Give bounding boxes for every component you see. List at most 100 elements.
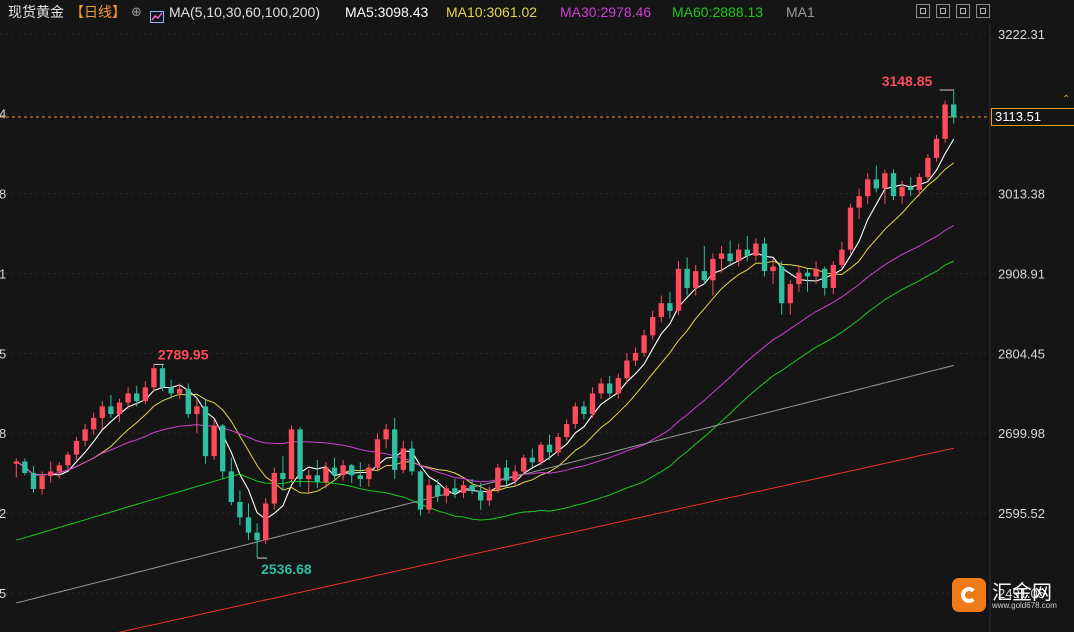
- candle: [228, 457, 234, 506]
- layout-icon[interactable]: [936, 4, 950, 18]
- candle-body: [521, 457, 527, 472]
- add-indicator-icon[interactable]: ⊕: [131, 0, 142, 24]
- candles: [13, 89, 957, 558]
- ma1-value: MA1: [786, 4, 815, 20]
- price-alert-icon[interactable]: ⌃: [1062, 94, 1070, 105]
- candle: [727, 240, 733, 265]
- candle: [297, 427, 303, 487]
- candle-body: [598, 383, 604, 394]
- candle-body: [830, 264, 836, 288]
- candle-body: [753, 243, 759, 256]
- candle-body: [39, 476, 45, 490]
- candle: [736, 243, 742, 267]
- candle: [194, 398, 200, 434]
- period-selector[interactable]: 【日线】: [70, 0, 126, 24]
- candle: [125, 387, 131, 409]
- candle: [99, 401, 105, 430]
- candle-body: [297, 429, 303, 480]
- candle-body: [925, 157, 931, 178]
- candle: [787, 280, 793, 315]
- candle: [503, 459, 510, 486]
- candle: [839, 242, 845, 269]
- candle: [865, 173, 871, 204]
- candle-body: [951, 104, 957, 118]
- candlestick-chart[interactable]: 3222.313117.843013.382908.912804.452699.…: [0, 0, 1074, 632]
- candle-body: [581, 406, 587, 415]
- candle-body: [383, 429, 389, 440]
- candle-body: [650, 316, 656, 336]
- candle-body: [349, 465, 355, 476]
- left-axis-fragment: 5: [0, 586, 6, 601]
- candle-body: [839, 249, 845, 265]
- candle-body: [693, 271, 699, 288]
- indicator-chart-icon[interactable]: [150, 6, 164, 23]
- candle-body: [314, 475, 320, 483]
- y-tick-label: 3013.38: [998, 187, 1045, 202]
- ma-params-label[interactable]: MA(5,10,30,60,100,200): [169, 0, 320, 24]
- candle-body: [503, 467, 510, 481]
- candle-body: [202, 406, 209, 457]
- candle-body: [400, 448, 406, 470]
- candle: [56, 462, 62, 479]
- candle: [254, 523, 260, 558]
- candle-body: [607, 383, 613, 394]
- y-tick-label: 3222.31: [998, 27, 1045, 42]
- candle-body: [624, 360, 630, 379]
- candle: [202, 398, 209, 464]
- candle-body: [435, 485, 441, 496]
- candle-body: [357, 475, 363, 480]
- candle-body: [220, 425, 226, 472]
- candle-body: [615, 378, 621, 394]
- candle: [873, 165, 879, 193]
- candle-body: [323, 467, 329, 483]
- candle-body: [882, 173, 888, 189]
- candle-body: [512, 471, 518, 481]
- ma200-line: [118, 447, 954, 632]
- instrument-title: 现货黄金: [8, 4, 64, 20]
- expand-icon[interactable]: [976, 4, 990, 18]
- candle: [263, 498, 269, 545]
- local-high-label: 2789.95: [158, 346, 209, 362]
- candle-body: [116, 402, 123, 415]
- ma5-value: MA5:3098.43: [345, 4, 429, 20]
- candle-body: [48, 471, 54, 477]
- candle: [658, 295, 664, 323]
- candle-body: [125, 393, 131, 403]
- candle-body: [942, 104, 948, 139]
- candle-body: [538, 444, 544, 463]
- candle-body: [761, 243, 768, 272]
- candle-body: [56, 465, 62, 472]
- candle-body: [185, 388, 191, 415]
- candle: [581, 401, 587, 420]
- restore-icon[interactable]: [916, 4, 930, 18]
- candle-body: [417, 471, 424, 510]
- candle: [400, 440, 406, 473]
- collapse-icon[interactable]: [956, 4, 970, 18]
- candle: [245, 503, 252, 541]
- candle: [942, 100, 948, 143]
- candle-body: [890, 173, 897, 197]
- candle-body: [366, 467, 372, 480]
- candle-body: [675, 268, 682, 311]
- ma30-value: MA30:2978.46: [560, 4, 652, 20]
- candle-body: [91, 417, 97, 430]
- candle: [882, 169, 888, 204]
- left-axis-fragment: 5: [0, 346, 6, 361]
- candle-body: [495, 467, 501, 490]
- candle-body: [228, 471, 234, 503]
- candle-body: [426, 485, 432, 510]
- candle-body: [710, 258, 716, 281]
- brand-url: www.gold678.com: [992, 601, 1057, 610]
- ma100-line: [16, 364, 954, 604]
- candle: [538, 442, 544, 466]
- candle-body: [486, 489, 492, 501]
- candle-body: [813, 268, 819, 277]
- candle: [667, 291, 673, 319]
- candle: [710, 253, 716, 296]
- candle-body: [306, 475, 312, 480]
- current-price-tag: 3113.51: [991, 108, 1074, 126]
- candle-body: [701, 271, 707, 281]
- candle: [134, 385, 140, 407]
- candle-body: [667, 303, 673, 311]
- candle: [761, 237, 768, 277]
